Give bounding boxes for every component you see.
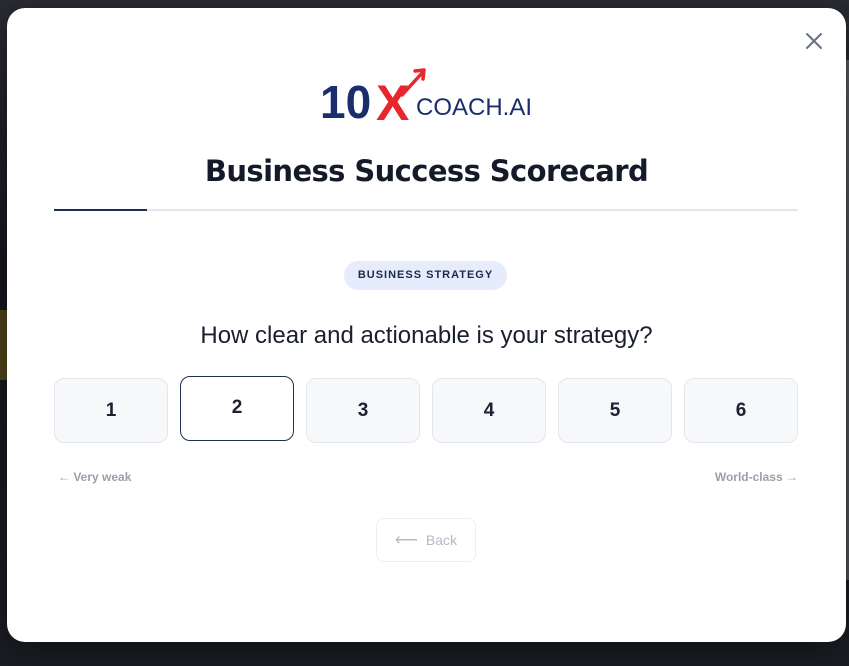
score-option-1[interactable]: 1 (54, 378, 168, 443)
back-arrow-icon: ⟵ (394, 532, 418, 549)
score-option-2[interactable]: 2 (180, 376, 294, 441)
scale-high-label: World-class → (714, 470, 798, 484)
scorecard-modal: 10 X COACH.AI Business Success Scorecard… (7, 8, 846, 642)
score-option-4[interactable]: 4 (432, 378, 546, 443)
brand-logo: 10 X COACH.AI (320, 68, 535, 124)
close-button[interactable] (802, 29, 826, 53)
scale-low-label: ← Very weak (58, 470, 132, 484)
back-button[interactable]: ⟵ Back (376, 518, 476, 562)
score-option-6[interactable]: 6 (684, 378, 798, 443)
logo-x: X (376, 75, 409, 124)
close-icon (806, 33, 822, 49)
question-text: How clear and actionable is your strateg… (200, 322, 653, 349)
logo-number: 10 (320, 76, 371, 124)
progress-bar (54, 209, 798, 211)
page-title: Business Success Scorecard (204, 154, 649, 188)
progress-fill (54, 209, 147, 211)
logo-name: COACH.AI (416, 94, 532, 121)
back-button-label: Back (425, 532, 458, 548)
score-option-5[interactable]: 5 (558, 378, 672, 443)
category-badge: BUSINESS STRATEGY (344, 261, 507, 290)
score-option-3[interactable]: 3 (306, 378, 420, 443)
rating-scale: 1 2 3 4 5 6 (54, 376, 798, 443)
